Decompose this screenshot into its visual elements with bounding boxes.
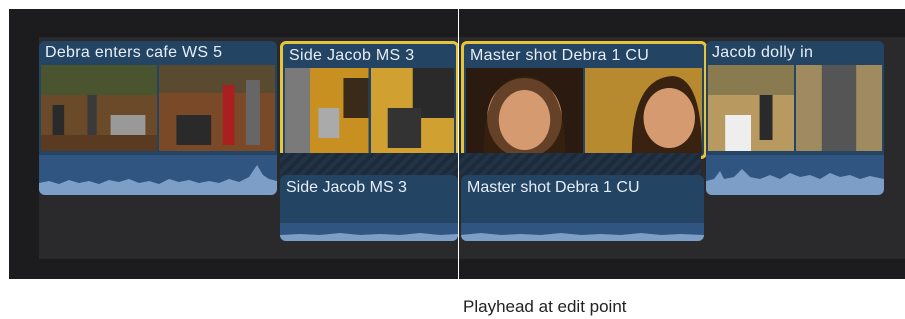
audio-waveform — [461, 223, 704, 241]
thumbnail — [370, 68, 454, 154]
timeline[interactable]: Debra enters cafe WS 5 Side Jacob MS 3 M… — [9, 9, 905, 279]
clip-thumbnails — [466, 68, 702, 154]
audio-waveform — [39, 155, 277, 195]
clip-label: Side Jacob MS 3 — [289, 47, 415, 64]
clip-master-shot-debra[interactable]: Master shot Debra 1 CU — [461, 41, 707, 159]
thumbnail — [585, 68, 702, 154]
playhead-callout: Playhead at edit point — [463, 297, 627, 316]
clip-label: Jacob dolly in — [712, 44, 814, 61]
clip-label: Debra enters cafe WS 5 — [45, 44, 223, 61]
clip-label: Master shot Debra 1 CU — [467, 179, 640, 196]
clip-connector-hatch — [280, 153, 701, 175]
clip-thumbnails — [41, 65, 275, 151]
playhead[interactable] — [458, 0, 459, 305]
clip-label: Master shot Debra 1 CU — [470, 47, 650, 64]
clip-jacob-dolly-in[interactable]: Jacob dolly in — [706, 41, 884, 195]
thumbnail — [796, 65, 882, 151]
clip-thumbnails — [285, 68, 454, 154]
clip-thumbnails — [708, 65, 882, 151]
thumbnail — [159, 65, 275, 151]
thumbnail — [708, 65, 794, 151]
thumbnail — [466, 68, 583, 154]
connected-clip-master-shot-debra[interactable]: Master shot Debra 1 CU — [461, 175, 704, 241]
thumbnail — [285, 68, 369, 154]
audio-waveform — [280, 223, 458, 241]
audio-waveform — [706, 155, 884, 195]
thumbnail — [41, 65, 157, 151]
connected-clip-side-jacob[interactable]: Side Jacob MS 3 — [280, 175, 458, 241]
clip-debra-enters-cafe[interactable]: Debra enters cafe WS 5 — [39, 41, 277, 195]
clip-label: Side Jacob MS 3 — [286, 179, 407, 196]
clip-side-jacob[interactable]: Side Jacob MS 3 — [280, 41, 459, 159]
